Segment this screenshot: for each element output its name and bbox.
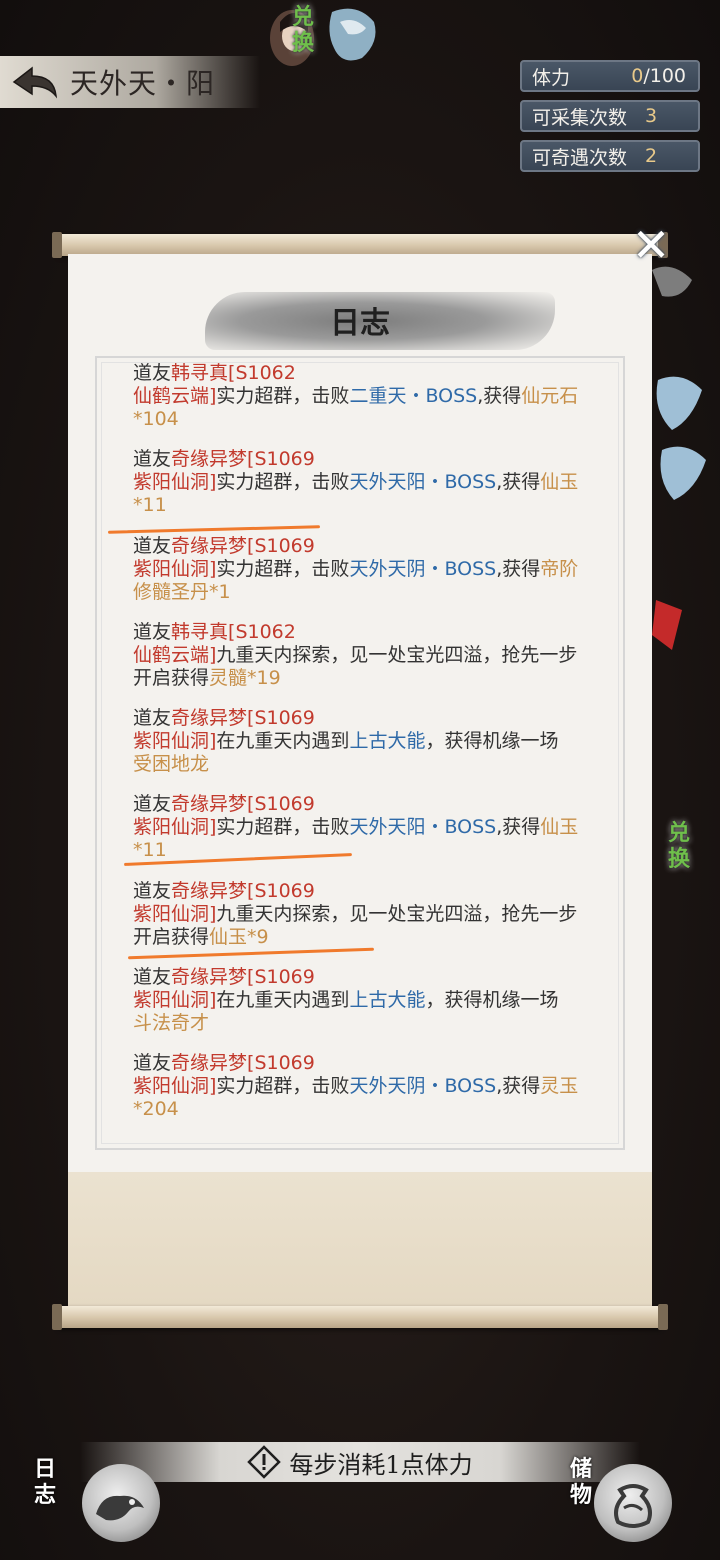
back-bar[interactable]: 天外天・阳 [0, 56, 260, 108]
log-list[interactable]: 道友韩寻真[S1062 仙鹤云端]实力超群，击败二重天・BOSS,获得仙元石*1… [133, 362, 583, 1139]
log-entry: 道友奇缘异梦[S1069 紫阳仙洞]实力超群，击败天外天阳・BOSS,获得仙玉*… [133, 448, 579, 517]
log-entry: 道友韩寻真[S1062 仙鹤云端]九重天内探索，见一处宝光四溢，抢先一步开启获得… [133, 620, 578, 689]
storage-button-label: 储物 [570, 1456, 593, 1508]
log-entry: 道友奇缘异梦[S1069 紫阳仙洞]实力超群，击败天外天阴・BOSS,获得帝阶修… [133, 534, 579, 603]
stamina-cost-bar: 每步消耗1点体力 [80, 1442, 640, 1482]
warning-icon [247, 1445, 282, 1479]
log-title: 日志 [330, 306, 390, 341]
stamina-stat: 体力 0/100 [520, 60, 700, 92]
encounter-count-value: 2 [645, 145, 658, 167]
encounter-count-stat: 可奇遇次数 2 [520, 140, 700, 172]
stamina-cost-text: 每步消耗1点体力 [289, 1450, 473, 1479]
gather-count-label: 可采集次数 [532, 106, 628, 129]
scroll-lower-area [68, 1172, 652, 1312]
log-button-label: 日志 [34, 1456, 57, 1508]
scroll-top-rod [52, 232, 668, 258]
exchange-button[interactable]: 兑换 [262, 2, 382, 68]
location-title: 天外天・阳 [70, 67, 216, 100]
log-entry: 道友奇缘异梦[S1069 紫阳仙洞]实力超群，击败天外天阳・BOSS,获得仙玉*… [133, 793, 579, 862]
scroll-bottom-rod [52, 1304, 668, 1330]
exchange-label: 兑换 [291, 4, 314, 56]
bag-icon [594, 1464, 672, 1542]
gather-count-stat: 可采集次数 3 [520, 100, 700, 132]
log-entry: 道友韩寻真[S1062 仙鹤云端]实力超群，击败二重天・BOSS,获得仙元石*1… [133, 362, 579, 430]
log-button[interactable]: 日志 [30, 1450, 160, 1550]
gather-count-value: 3 [645, 105, 658, 127]
stamina-label: 体力 [532, 66, 571, 89]
encounter-count-label: 可奇遇次数 [532, 146, 628, 169]
storage-button[interactable]: 储物 [566, 1450, 686, 1550]
map-decorations [652, 266, 706, 650]
back-arrow-icon[interactable] [8, 62, 62, 102]
log-entry: 道友奇缘异梦[S1069 紫阳仙洞]在九重天内遇到上古大能，获得机缘一场 受困地龙 [133, 707, 559, 776]
log-entry: 道友奇缘异梦[S1069 紫阳仙洞]实力超群，击败天外天阴・BOSS,获得灵玉*… [133, 1052, 579, 1121]
exchange-label-side: 兑换 [667, 820, 690, 872]
dragon-icon [82, 1464, 160, 1542]
log-entry: 道友奇缘异梦[S1069 紫阳仙洞]在九重天内遇到上古大能，获得机缘一场 斗法奇才 [133, 966, 559, 1035]
close-icon[interactable]: ✕ [628, 222, 674, 268]
character-portraits [270, 8, 376, 66]
stamina-value: 0/100 [631, 65, 686, 87]
